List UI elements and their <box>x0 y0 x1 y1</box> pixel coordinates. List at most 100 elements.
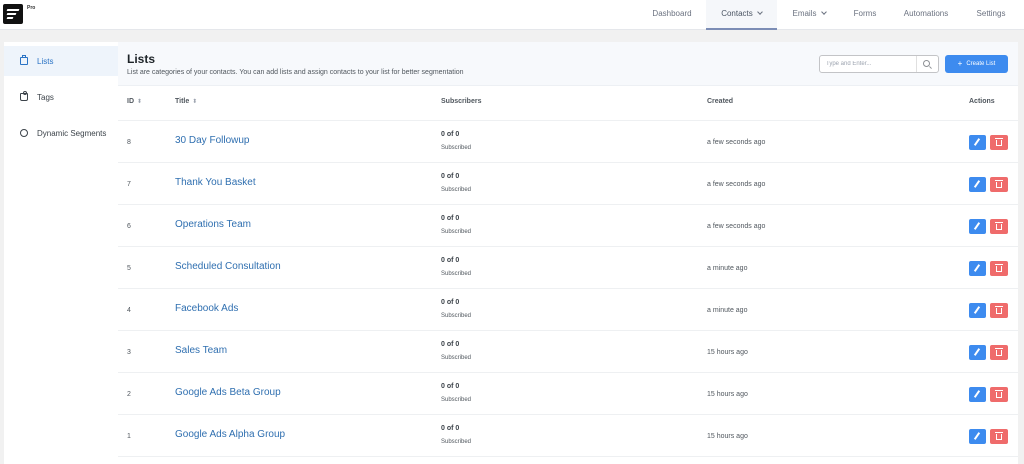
pencil-icon <box>973 222 981 230</box>
delete-button[interactable] <box>990 387 1008 402</box>
tag-icon <box>20 91 28 101</box>
top-bar: Pro Dashboard Contacts Emails Forms Auto… <box>0 0 1024 30</box>
edit-button[interactable] <box>969 261 986 276</box>
delete-button[interactable] <box>990 135 1008 150</box>
row-id: 2 <box>127 391 131 398</box>
edit-button[interactable] <box>969 135 986 150</box>
delete-button[interactable] <box>990 219 1008 234</box>
create-list-button[interactable]: + Create List <box>945 55 1008 73</box>
row-id: 8 <box>127 139 131 146</box>
column-header-label: ID <box>127 98 134 105</box>
subscriber-count: 0 of 0 <box>441 215 460 222</box>
subscriber-status: Subscribed <box>441 271 472 277</box>
edit-button[interactable] <box>969 429 986 444</box>
sidebar-item-label: Lists <box>37 56 54 66</box>
sidebar-item-lists[interactable]: Lists <box>4 46 118 76</box>
subscriber-count: 0 of 0 <box>441 425 460 432</box>
edit-button[interactable] <box>969 345 986 360</box>
list-title-link[interactable]: Scheduled Consultation <box>175 261 281 272</box>
sidebar: Lists Tags Dynamic Segments <box>4 42 118 464</box>
search-divider <box>916 56 917 72</box>
table-row: 2 Google Ads Beta Group 0 of 0 Subscribe… <box>118 373 1018 415</box>
sidebar-item-label: Dynamic Segments <box>37 128 107 138</box>
created-time: 15 hours ago <box>707 349 748 356</box>
brand-logo[interactable] <box>3 4 23 24</box>
delete-button[interactable] <box>990 177 1008 192</box>
nav-emails[interactable]: Emails <box>780 0 838 30</box>
row-id: 6 <box>127 223 131 230</box>
logo-mark-icon <box>6 9 20 19</box>
trash-icon <box>995 138 1003 146</box>
delete-button[interactable] <box>990 429 1008 444</box>
nav-contacts-label: Contacts <box>721 9 753 18</box>
pencil-icon <box>973 180 981 188</box>
list-title-link[interactable]: 30 Day Followup <box>175 135 249 146</box>
subscriber-status: Subscribed <box>441 439 472 445</box>
page-subtitle: List are categories of your contacts. Yo… <box>127 69 464 76</box>
column-header-actions: Actions <box>969 98 995 105</box>
search-box <box>819 55 939 73</box>
plus-icon: + <box>957 59 963 68</box>
row-id: 4 <box>127 307 131 314</box>
column-header-id[interactable]: ID ⬍ <box>127 98 142 105</box>
list-title-link[interactable]: Operations Team <box>175 219 251 230</box>
nav-settings[interactable]: Settings <box>964 0 1018 30</box>
pencil-icon <box>973 390 981 398</box>
sort-icon: ⬍ <box>137 99 143 105</box>
delete-button[interactable] <box>990 345 1008 360</box>
subscriber-count: 0 of 0 <box>441 341 460 348</box>
subscriber-status: Subscribed <box>441 397 472 403</box>
sidebar-item-tags[interactable]: Tags <box>4 82 118 112</box>
edit-button[interactable] <box>969 219 986 234</box>
row-id: 7 <box>127 181 131 188</box>
created-time: a few seconds ago <box>707 181 766 188</box>
nav-contacts[interactable]: Contacts <box>706 0 777 30</box>
table-row: 8 30 Day Followup 0 of 0 Subscribed a fe… <box>118 121 1018 163</box>
subscriber-status: Subscribed <box>441 355 472 361</box>
trash-icon <box>995 432 1003 440</box>
row-id: 1 <box>127 433 131 440</box>
edit-button[interactable] <box>969 387 986 402</box>
nav-emails-label: Emails <box>792 9 817 18</box>
lists-panel: Lists List are categories of your contac… <box>118 42 1018 464</box>
subscriber-count: 0 of 0 <box>441 257 460 264</box>
table-row: 3 Sales Team 0 of 0 Subscribed 15 hours … <box>118 331 1018 373</box>
table-row: 6 Operations Team 0 of 0 Subscribed a fe… <box>118 205 1018 247</box>
list-title-link[interactable]: Google Ads Beta Group <box>175 387 281 398</box>
created-time: a minute ago <box>707 307 748 314</box>
nav-automations-label: Automations <box>903 9 949 18</box>
segment-icon <box>20 129 28 137</box>
search-icon[interactable] <box>923 60 930 67</box>
table-row: 4 Facebook Ads 0 of 0 Subscribed a minut… <box>118 289 1018 331</box>
brand-badge: Pro <box>27 5 36 11</box>
table-row: 7 Thank You Basket 0 of 0 Subscribed a f… <box>118 163 1018 205</box>
pencil-icon <box>973 432 981 440</box>
column-header-subscribers: Subscribers <box>441 98 482 105</box>
nav-dashboard[interactable]: Dashboard <box>640 0 704 30</box>
list-title-link[interactable]: Google Ads Alpha Group <box>175 429 285 440</box>
table-row: 1 Google Ads Alpha Group 0 of 0 Subscrib… <box>118 415 1018 457</box>
edit-button[interactable] <box>969 303 986 318</box>
column-header-created: Created <box>707 98 734 105</box>
subscriber-count: 0 of 0 <box>441 173 460 180</box>
subscriber-count: 0 of 0 <box>441 383 460 390</box>
trash-icon <box>995 390 1003 398</box>
list-title-link[interactable]: Sales Team <box>175 345 227 356</box>
column-header-title[interactable]: Title ⬍ <box>175 98 197 105</box>
edit-button[interactable] <box>969 177 986 192</box>
delete-button[interactable] <box>990 261 1008 276</box>
nav-automations[interactable]: Automations <box>893 0 959 30</box>
search-input[interactable] <box>820 56 916 72</box>
sidebar-item-dynamic-segments[interactable]: Dynamic Segments <box>4 118 118 148</box>
trash-icon <box>995 222 1003 230</box>
list-title-link[interactable]: Facebook Ads <box>175 303 238 314</box>
delete-button[interactable] <box>990 303 1008 318</box>
created-time: a few seconds ago <box>707 139 766 146</box>
sort-icon: ⬍ <box>192 99 198 105</box>
list-title-link[interactable]: Thank You Basket <box>175 177 256 188</box>
nav-forms[interactable]: Forms <box>842 0 888 30</box>
pencil-icon <box>973 348 981 356</box>
page-title: Lists <box>127 52 156 66</box>
trash-icon <box>995 306 1003 314</box>
subscriber-status: Subscribed <box>441 145 472 151</box>
